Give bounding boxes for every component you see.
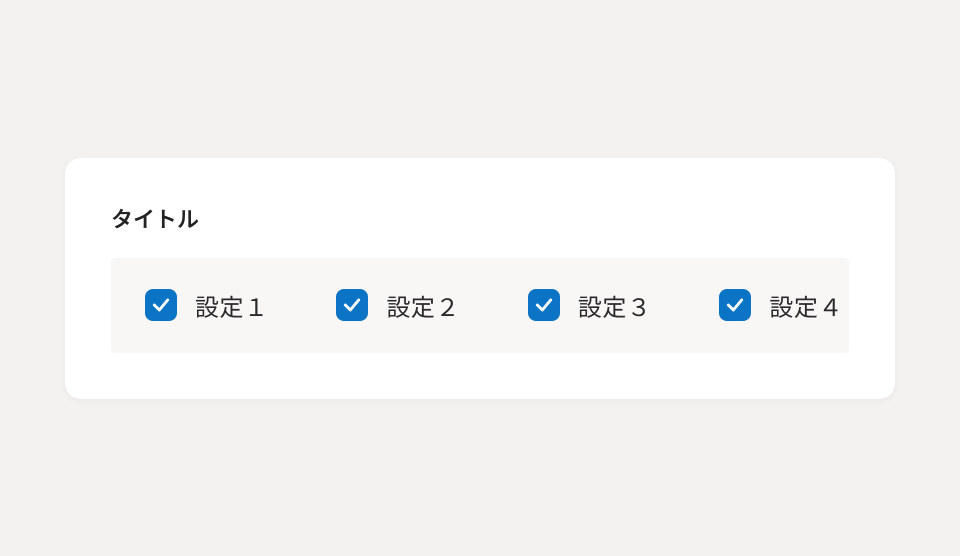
checkbox-group: 設定１ 設定２ 設定３ 設定４ xyxy=(111,258,849,353)
checkbox-checked-icon xyxy=(336,289,368,321)
settings-card: タイトル 設定１ 設定２ 設定３ xyxy=(65,158,895,399)
checkbox-option-4[interactable]: 設定４ xyxy=(719,288,842,323)
checkbox-label: 設定１ xyxy=(195,288,268,323)
checkbox-option-2[interactable]: 設定２ xyxy=(336,288,459,323)
checkbox-checked-icon xyxy=(145,289,177,321)
checkbox-option-3[interactable]: 設定３ xyxy=(528,288,651,323)
checkbox-label: 設定４ xyxy=(769,288,842,323)
checkbox-option-1[interactable]: 設定１ xyxy=(145,288,268,323)
card-title: タイトル xyxy=(111,202,849,234)
checkbox-checked-icon xyxy=(528,289,560,321)
checkbox-label: 設定２ xyxy=(386,288,459,323)
checkbox-checked-icon xyxy=(719,289,751,321)
checkbox-label: 設定３ xyxy=(578,288,651,323)
